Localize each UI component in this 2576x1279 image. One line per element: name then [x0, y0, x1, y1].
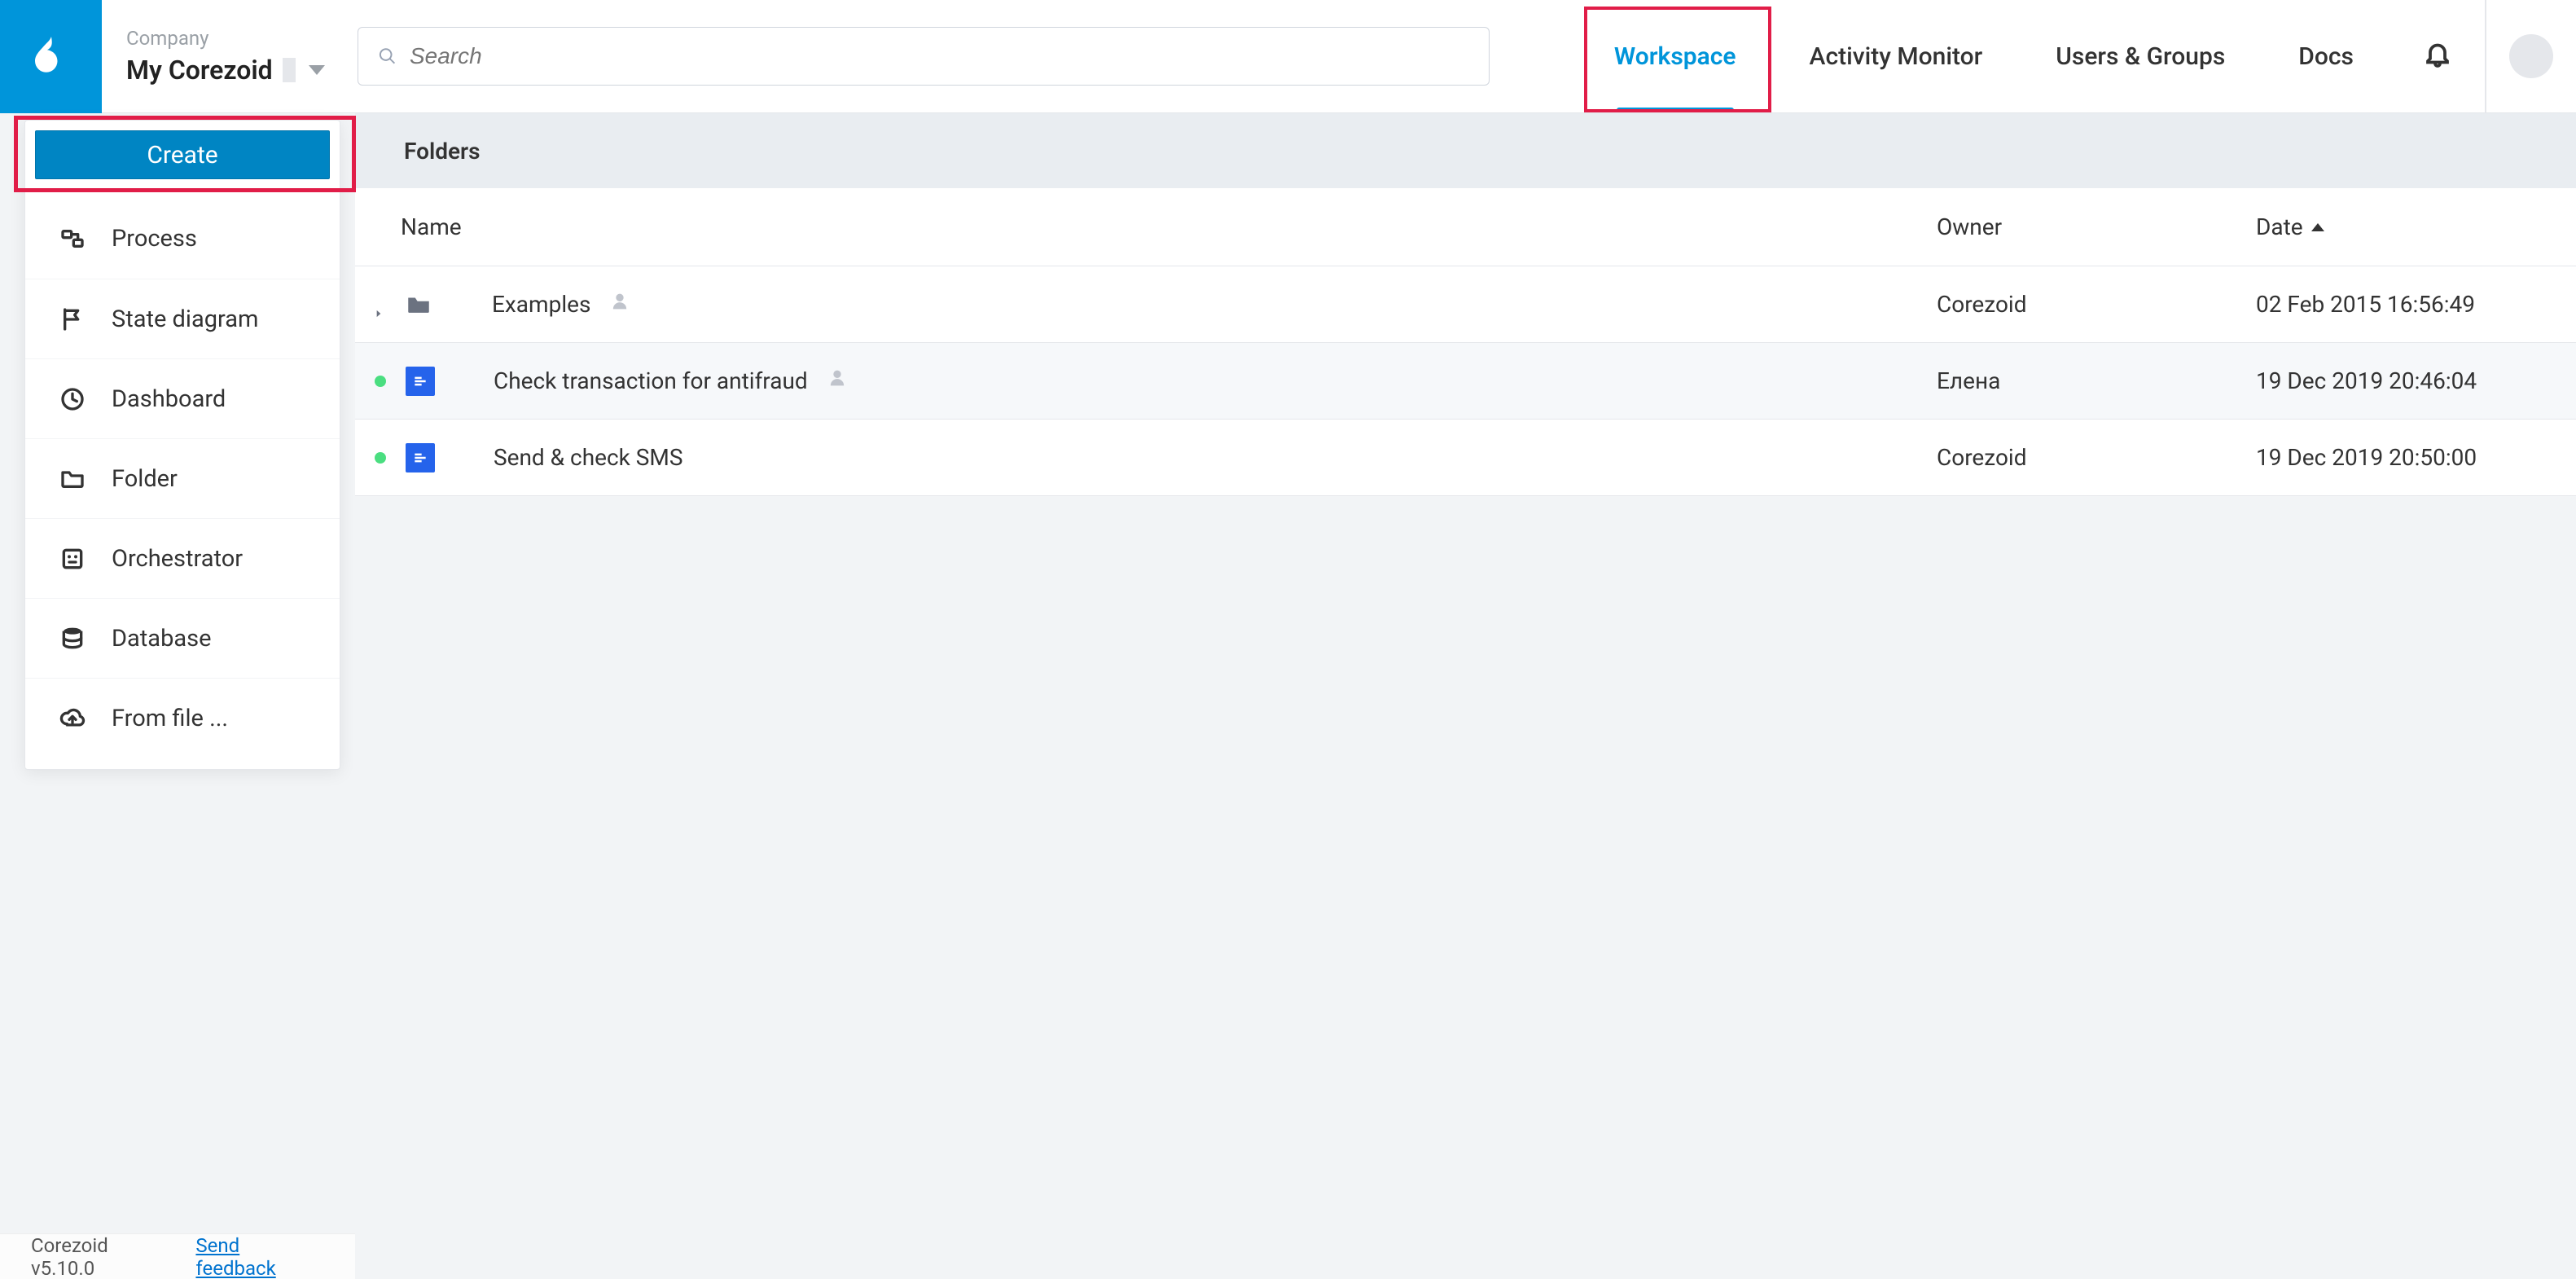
create-item-label: From file ... — [112, 705, 228, 732]
footer: Corezoid v5.10.0 Send feedback — [0, 1233, 355, 1279]
table-row[interactable]: Check transaction for antifraud Елена19 D… — [355, 343, 2576, 420]
company-name: My Corezoid — [126, 55, 273, 86]
send-feedback-link[interactable]: Send feedback — [195, 1234, 324, 1279]
create-item-label: Dashboard — [112, 385, 226, 413]
create-item-process[interactable]: Process — [25, 199, 340, 279]
create-item-folder[interactable]: Folder — [25, 438, 340, 518]
orchestrator-icon — [58, 546, 87, 572]
col-name[interactable]: Name — [401, 213, 1937, 240]
create-item-label: State diagram — [112, 305, 258, 333]
row-owner: Corezoid — [1937, 444, 2256, 471]
folder-table: Folders Name Owner Date Examples Corezoid… — [355, 113, 2576, 496]
table-row[interactable]: Send & check SMS Corezoid19 Dec 2019 20:5… — [355, 420, 2576, 496]
table-row[interactable]: Examples Corezoid02 Feb 2015 16:56:49 — [355, 266, 2576, 343]
process-icon — [406, 367, 435, 396]
company-selector[interactable]: Company My Corezoid — [102, 0, 358, 112]
create-item-label: Folder — [112, 465, 178, 493]
share-icon — [608, 290, 631, 319]
flag-icon — [58, 306, 87, 332]
col-date[interactable]: Date — [2256, 213, 2324, 240]
create-item-orchestrator[interactable]: Orchestrator — [25, 518, 340, 598]
col-owner[interactable]: Owner — [1937, 213, 2256, 240]
search-input[interactable] — [410, 43, 1469, 69]
process-icon — [406, 443, 435, 472]
folder-icon — [404, 290, 433, 319]
share-icon — [826, 367, 849, 395]
row-date: 19 Dec 2019 20:50:00 — [2256, 444, 2477, 471]
search-icon — [378, 46, 397, 66]
create-item-label: Orchestrator — [112, 545, 243, 573]
section-header-folders: Folders — [355, 113, 2576, 188]
create-item-label: Process — [112, 225, 197, 253]
create-dropdown: Create Process State diagram Dashboard F… — [24, 120, 340, 770]
search-box[interactable] — [358, 27, 1490, 86]
upload-icon — [58, 705, 87, 732]
create-item-state-diagram[interactable]: State diagram — [25, 279, 340, 358]
create-button[interactable]: Create — [35, 130, 330, 179]
top-nav: Workspace Activity Monitor Users & Group… — [1578, 0, 2576, 112]
process-icon — [58, 226, 87, 252]
database-icon — [58, 626, 87, 652]
row-name: Examples — [492, 291, 590, 318]
rename-icon — [283, 58, 296, 82]
tab-activity-monitor[interactable]: Activity Monitor — [1773, 0, 2020, 112]
avatar-icon — [2509, 34, 2553, 78]
status-dot-icon — [375, 452, 386, 464]
create-item-label: Database — [112, 625, 211, 653]
chevron-down-icon — [309, 65, 325, 75]
row-owner: Елена — [1937, 367, 2256, 394]
company-label: Company — [126, 27, 325, 50]
tab-users-groups[interactable]: Users & Groups — [2019, 0, 2262, 112]
logo[interactable] — [0, 0, 102, 113]
row-date: 02 Feb 2015 16:56:49 — [2256, 291, 2475, 318]
col-date-label: Date — [2256, 213, 2303, 240]
tab-docs[interactable]: Docs — [2262, 0, 2390, 112]
expand-icon[interactable] — [373, 298, 386, 311]
row-name: Check transaction for antifraud — [494, 367, 808, 394]
status-dot-icon — [375, 376, 386, 387]
user-menu[interactable] — [2486, 34, 2576, 78]
version-label: Corezoid v5.10.0 — [31, 1234, 176, 1279]
row-date: 19 Dec 2019 20:46:04 — [2256, 367, 2477, 394]
create-item-from-file[interactable]: From file ... — [25, 678, 340, 758]
sort-asc-icon — [2311, 223, 2324, 231]
column-headers: Name Owner Date — [355, 188, 2576, 266]
create-item-dashboard[interactable]: Dashboard — [25, 358, 340, 438]
tab-workspace[interactable]: Workspace — [1578, 0, 1773, 112]
top-bar: Company My Corezoid Workspace Activity M… — [0, 0, 2576, 113]
row-owner: Corezoid — [1937, 291, 2256, 318]
create-item-database[interactable]: Database — [25, 598, 340, 678]
notifications-button[interactable] — [2390, 39, 2485, 74]
row-name: Send & check SMS — [494, 444, 682, 471]
folder-icon — [58, 466, 87, 492]
clock-icon — [58, 386, 87, 412]
